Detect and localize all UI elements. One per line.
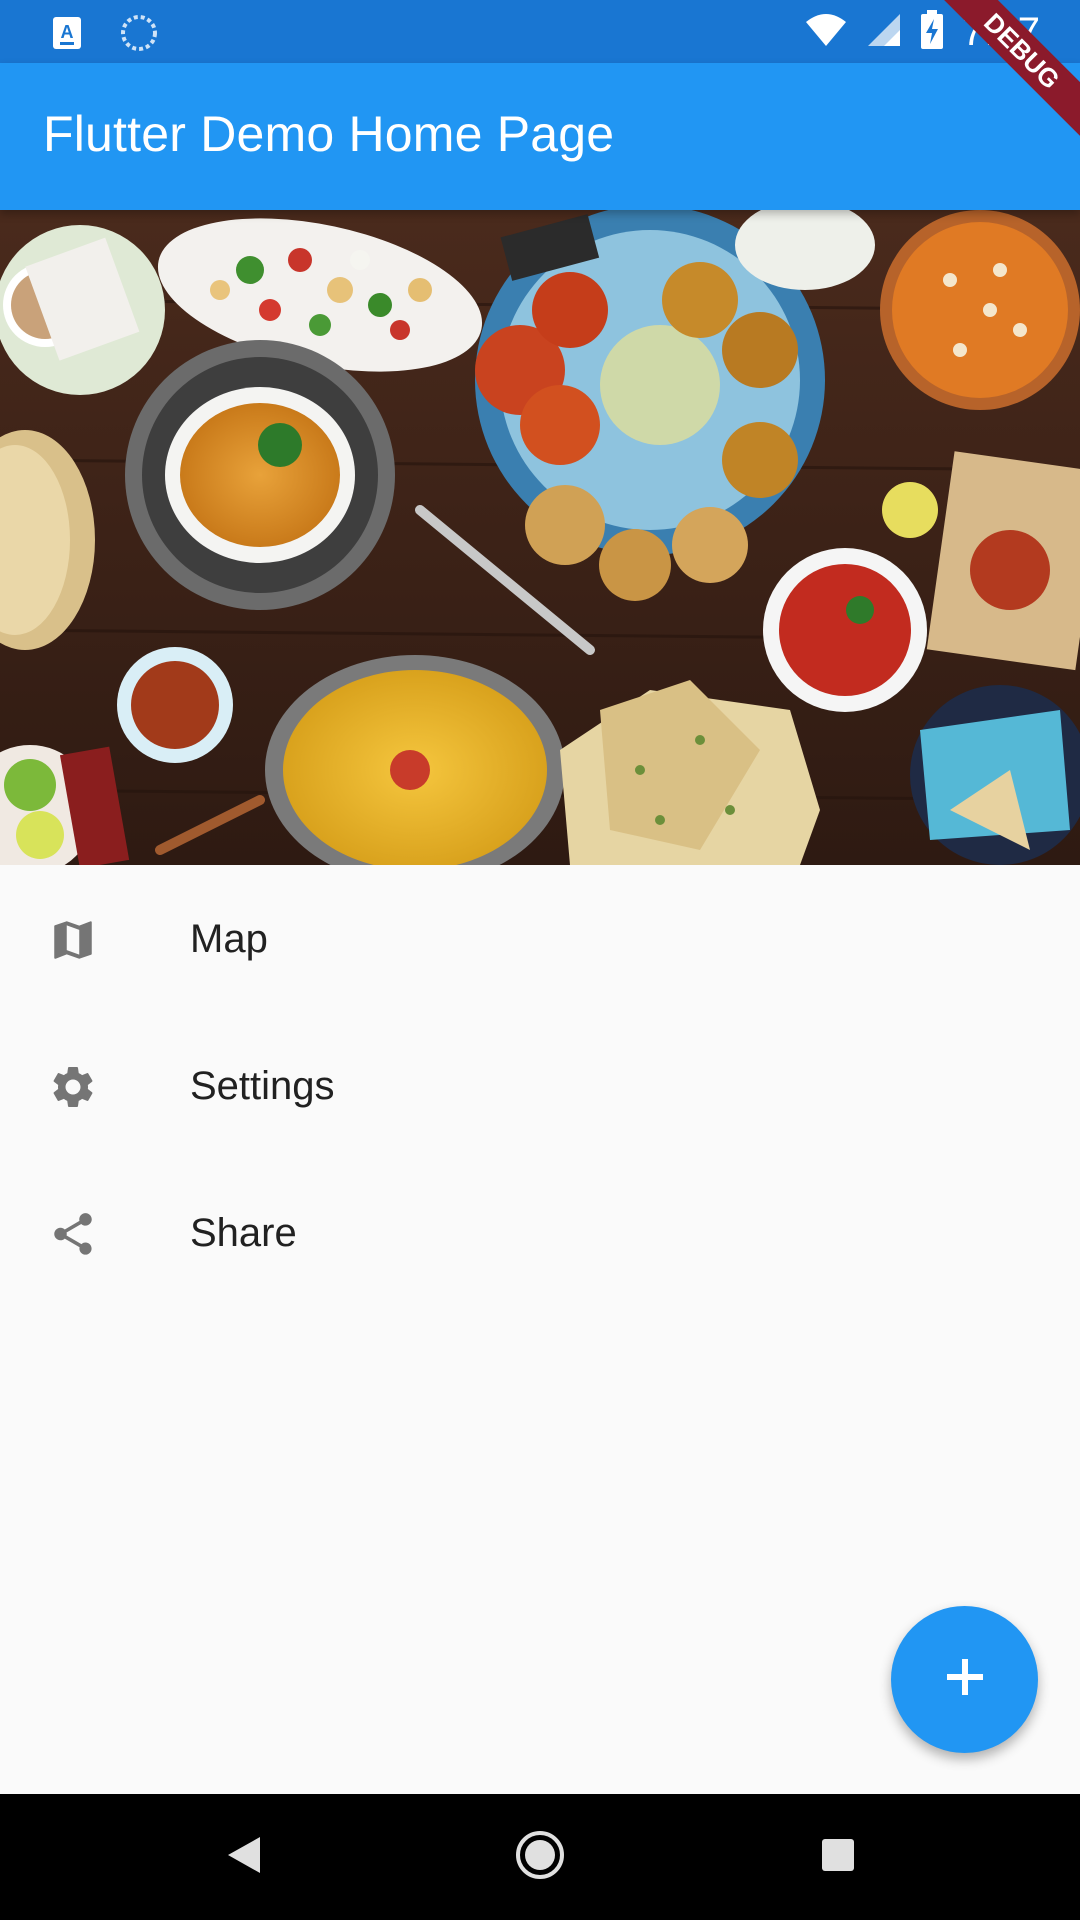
back-icon <box>226 1835 262 1880</box>
navigation-bar <box>0 1794 1080 1920</box>
add-icon <box>943 1655 987 1704</box>
battery-charging-icon <box>920 9 944 55</box>
menu-item-label: Share <box>190 1211 297 1255</box>
menu-item-map[interactable]: Map <box>0 865 1080 1012</box>
recents-icon <box>821 1838 855 1877</box>
map-icon <box>48 915 98 965</box>
status-bar: A 7:27 <box>0 0 1080 63</box>
menu-item-share[interactable]: Share <box>0 1159 1080 1306</box>
menu-list: Map Settings Share <box>0 865 1080 1306</box>
settings-icon <box>48 1062 98 1112</box>
home-button[interactable] <box>510 1827 570 1887</box>
cell-signal-icon <box>866 12 902 53</box>
menu-item-label: Map <box>190 917 268 961</box>
add-button[interactable] <box>891 1606 1038 1753</box>
recents-button[interactable] <box>808 1827 868 1887</box>
share-icon <box>48 1209 98 1259</box>
app-notification-icon: A <box>52 16 82 55</box>
sync-icon <box>120 14 158 57</box>
menu-item-label: Settings <box>190 1064 335 1108</box>
food-spread-image <box>0 210 1080 865</box>
page-title: Flutter Demo Home Page <box>43 106 615 162</box>
hero-image <box>0 210 1080 865</box>
wifi-icon <box>804 12 848 53</box>
app-bar: Flutter Demo Home Page <box>0 63 1080 210</box>
menu-item-settings[interactable]: Settings <box>0 1012 1080 1159</box>
home-icon <box>515 1830 565 1885</box>
svg-text:A: A <box>61 22 74 42</box>
back-button[interactable] <box>214 1827 274 1887</box>
